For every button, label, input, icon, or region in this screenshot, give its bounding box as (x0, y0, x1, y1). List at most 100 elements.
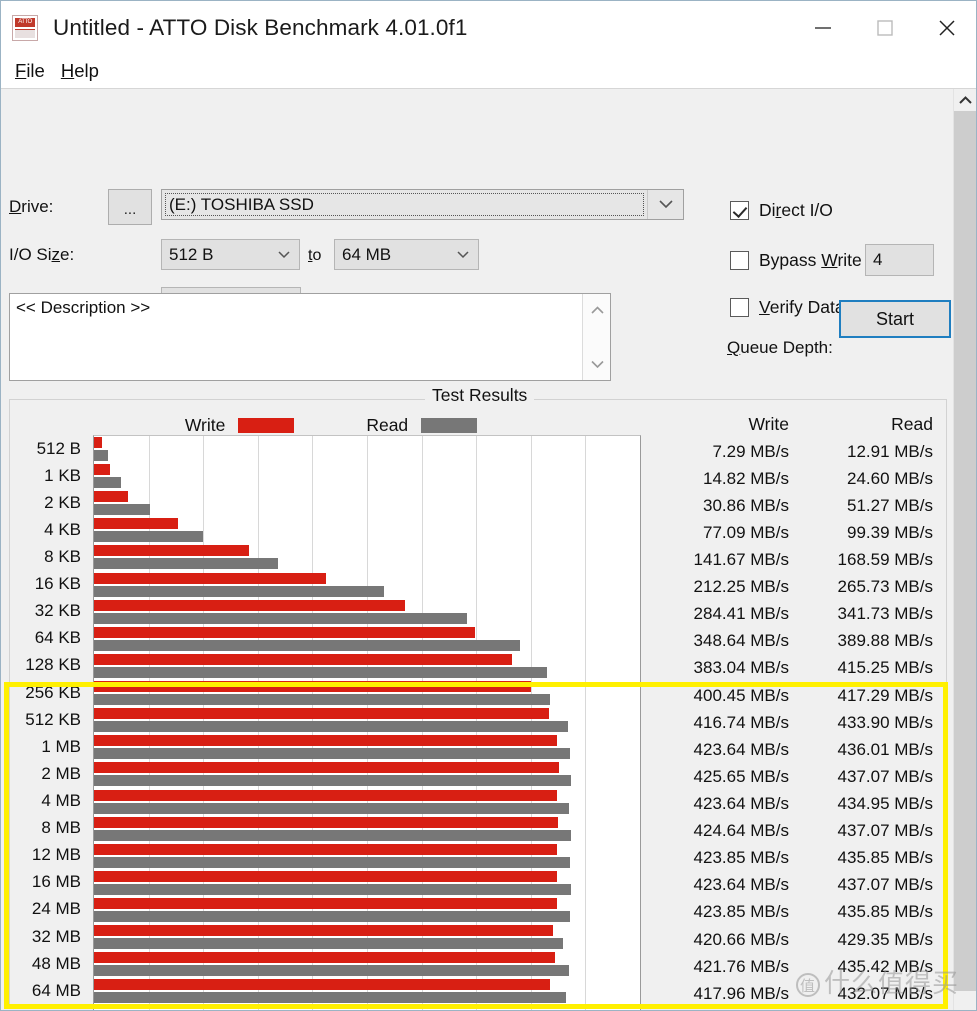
chart-bar-row (94, 572, 640, 599)
drive-label: Drive: (9, 197, 54, 216)
verify-data-checkbox[interactable] (730, 298, 749, 317)
chart-category-label: 32 MB (31, 926, 81, 946)
direct-io-row[interactable]: Direct I/O (730, 200, 833, 221)
chart-bar-write (94, 870, 557, 882)
watermark-badge: 值 (796, 972, 820, 997)
chart-bar-write (94, 708, 550, 720)
table-row: 400.45 MB/s 417.29 MB/s (661, 682, 949, 709)
chart-bar-row (94, 843, 640, 870)
cell-read-throughput: 435.85 MB/s (837, 902, 933, 922)
chevron-down-icon (647, 190, 683, 219)
chart-plot-area (93, 435, 641, 1010)
chart-bar-row (94, 599, 640, 626)
results-table-header: Write Read (661, 411, 949, 438)
chart-bar-write (94, 518, 179, 530)
description-scrollbar[interactable] (582, 294, 610, 380)
chart-category-label: 64 MB (31, 980, 81, 1000)
table-row: 423.64 MB/s 437.07 MB/s (661, 872, 949, 899)
chart-bar-row (94, 978, 640, 1005)
chart-bar-read (94, 450, 109, 461)
chart-bar-read (94, 911, 570, 923)
drive-select[interactable]: (E:) TOSHIBA SSD (161, 189, 684, 220)
chart-bar-read (94, 883, 572, 895)
chart-bar-write (94, 626, 475, 638)
chart-category-label: 16 MB (31, 872, 81, 892)
chart-bar-row (94, 761, 640, 788)
legend-label-read: Read (366, 414, 409, 435)
cell-write-throughput: 348.64 MB/s (693, 631, 789, 651)
maximize-button[interactable] (854, 1, 916, 55)
menu-file-rest: ile (26, 60, 45, 81)
start-button[interactable]: Start (839, 300, 951, 338)
scroll-up-icon[interactable] (954, 89, 976, 111)
cell-read-throughput: 389.88 MB/s (837, 631, 933, 651)
benchmark-bar-chart: 512 B 1 KB 2 KB 4 KB 8 KB 16 KB 32 KB 64 KB 128 … (1, 435, 661, 1010)
cell-read-throughput: 51.27 MB/s (847, 495, 933, 515)
cell-read-throughput: 341.73 MB/s (837, 604, 933, 624)
bypass-write-cache-checkbox[interactable] (730, 251, 749, 270)
description-scroll-up-icon[interactable] (583, 298, 611, 322)
cell-write-throughput: 420.66 MB/s (693, 929, 789, 949)
scrollbar-thumb[interactable] (954, 111, 976, 991)
cell-write-throughput: 284.41 MB/s (693, 604, 789, 624)
cell-read-throughput: 265.73 MB/s (837, 577, 933, 597)
chart-category-label: 12 MB (31, 845, 81, 865)
verify-data-row[interactable]: Verify Data (730, 297, 845, 318)
chart-bar-read (94, 477, 121, 489)
cell-read-throughput: 433.90 MB/s (837, 712, 933, 732)
table-row: 7.29 MB/s 12.91 MB/s (661, 438, 949, 465)
cell-write-throughput: 212.25 MB/s (693, 577, 789, 597)
legend-swatch-read (421, 417, 478, 433)
chart-bar-row (94, 517, 640, 544)
description-textarea[interactable]: << Description >> (9, 293, 611, 381)
cell-read-throughput: 168.59 MB/s (837, 549, 933, 569)
cell-write-throughput: 383.04 MB/s (693, 658, 789, 678)
chart-category-label: 256 KB (25, 682, 81, 702)
menu-item-help[interactable]: Help (53, 59, 107, 84)
chart-bar-row (94, 680, 640, 707)
results-table-body: 7.29 MB/s 12.91 MB/s 14.82 MB/s 24.60 MB/s 3… (661, 438, 949, 1007)
chart-bar-read (94, 721, 568, 733)
chart-bar-read (94, 965, 570, 977)
chart-bar-row (94, 626, 640, 653)
description-scroll-down-icon[interactable] (583, 352, 611, 376)
cell-read-throughput: 415.25 MB/s (837, 658, 933, 678)
legend-label-write: Write (184, 414, 226, 435)
chart-bar-row (94, 490, 640, 517)
chart-category-label: 48 MB (31, 953, 81, 973)
focus-outline (165, 193, 644, 216)
table-row: 416.74 MB/s 433.90 MB/s (661, 709, 949, 736)
cell-read-throughput: 436.01 MB/s (837, 739, 933, 759)
legend-item-write: Write (185, 415, 295, 436)
chart-bar-read (94, 585, 385, 597)
table-row: 424.64 MB/s 437.07 MB/s (661, 818, 949, 845)
chart-category-label: 1 MB (41, 736, 81, 756)
chart-category-label: 512 KB (25, 709, 81, 729)
settings-panel: Drive: ... (E:) TOSHIBA SSD I/O Size: 51… (1, 89, 976, 357)
io-size-to-value: 64 MB (342, 244, 392, 264)
cell-write-throughput: 423.85 MB/s (693, 848, 789, 868)
cell-write-throughput: 423.64 MB/s (693, 739, 789, 759)
cell-write-throughput: 7.29 MB/s (712, 441, 789, 461)
cell-write-throughput: 421.76 MB/s (693, 956, 789, 976)
close-button[interactable] (916, 1, 976, 55)
chart-bar-write (94, 925, 554, 937)
cell-write-throughput: 423.64 MB/s (693, 793, 789, 813)
column-header-write: Write (748, 414, 789, 434)
window-vertical-scrollbar[interactable] (953, 89, 976, 1010)
direct-io-checkbox[interactable] (730, 201, 749, 220)
chart-bar-read (94, 775, 572, 787)
queue-depth-input[interactable]: 4 (865, 244, 934, 276)
cell-read-throughput: 24.60 MB/s (847, 468, 933, 488)
legend-swatch-write (238, 417, 295, 433)
io-size-to-select[interactable]: 64 MB (334, 239, 479, 270)
io-size-from-select[interactable]: 512 B (161, 239, 300, 270)
chart-bar-row (94, 924, 640, 951)
minimize-button[interactable] (792, 1, 854, 55)
browse-drive-button[interactable]: ... (108, 189, 152, 225)
chart-bar-write (94, 816, 558, 828)
chart-category-label: 16 KB (34, 574, 81, 594)
chart-category-label: 24 MB (31, 899, 81, 919)
menu-item-file[interactable]: File (7, 59, 53, 84)
cell-read-throughput: 437.07 MB/s (837, 766, 933, 786)
